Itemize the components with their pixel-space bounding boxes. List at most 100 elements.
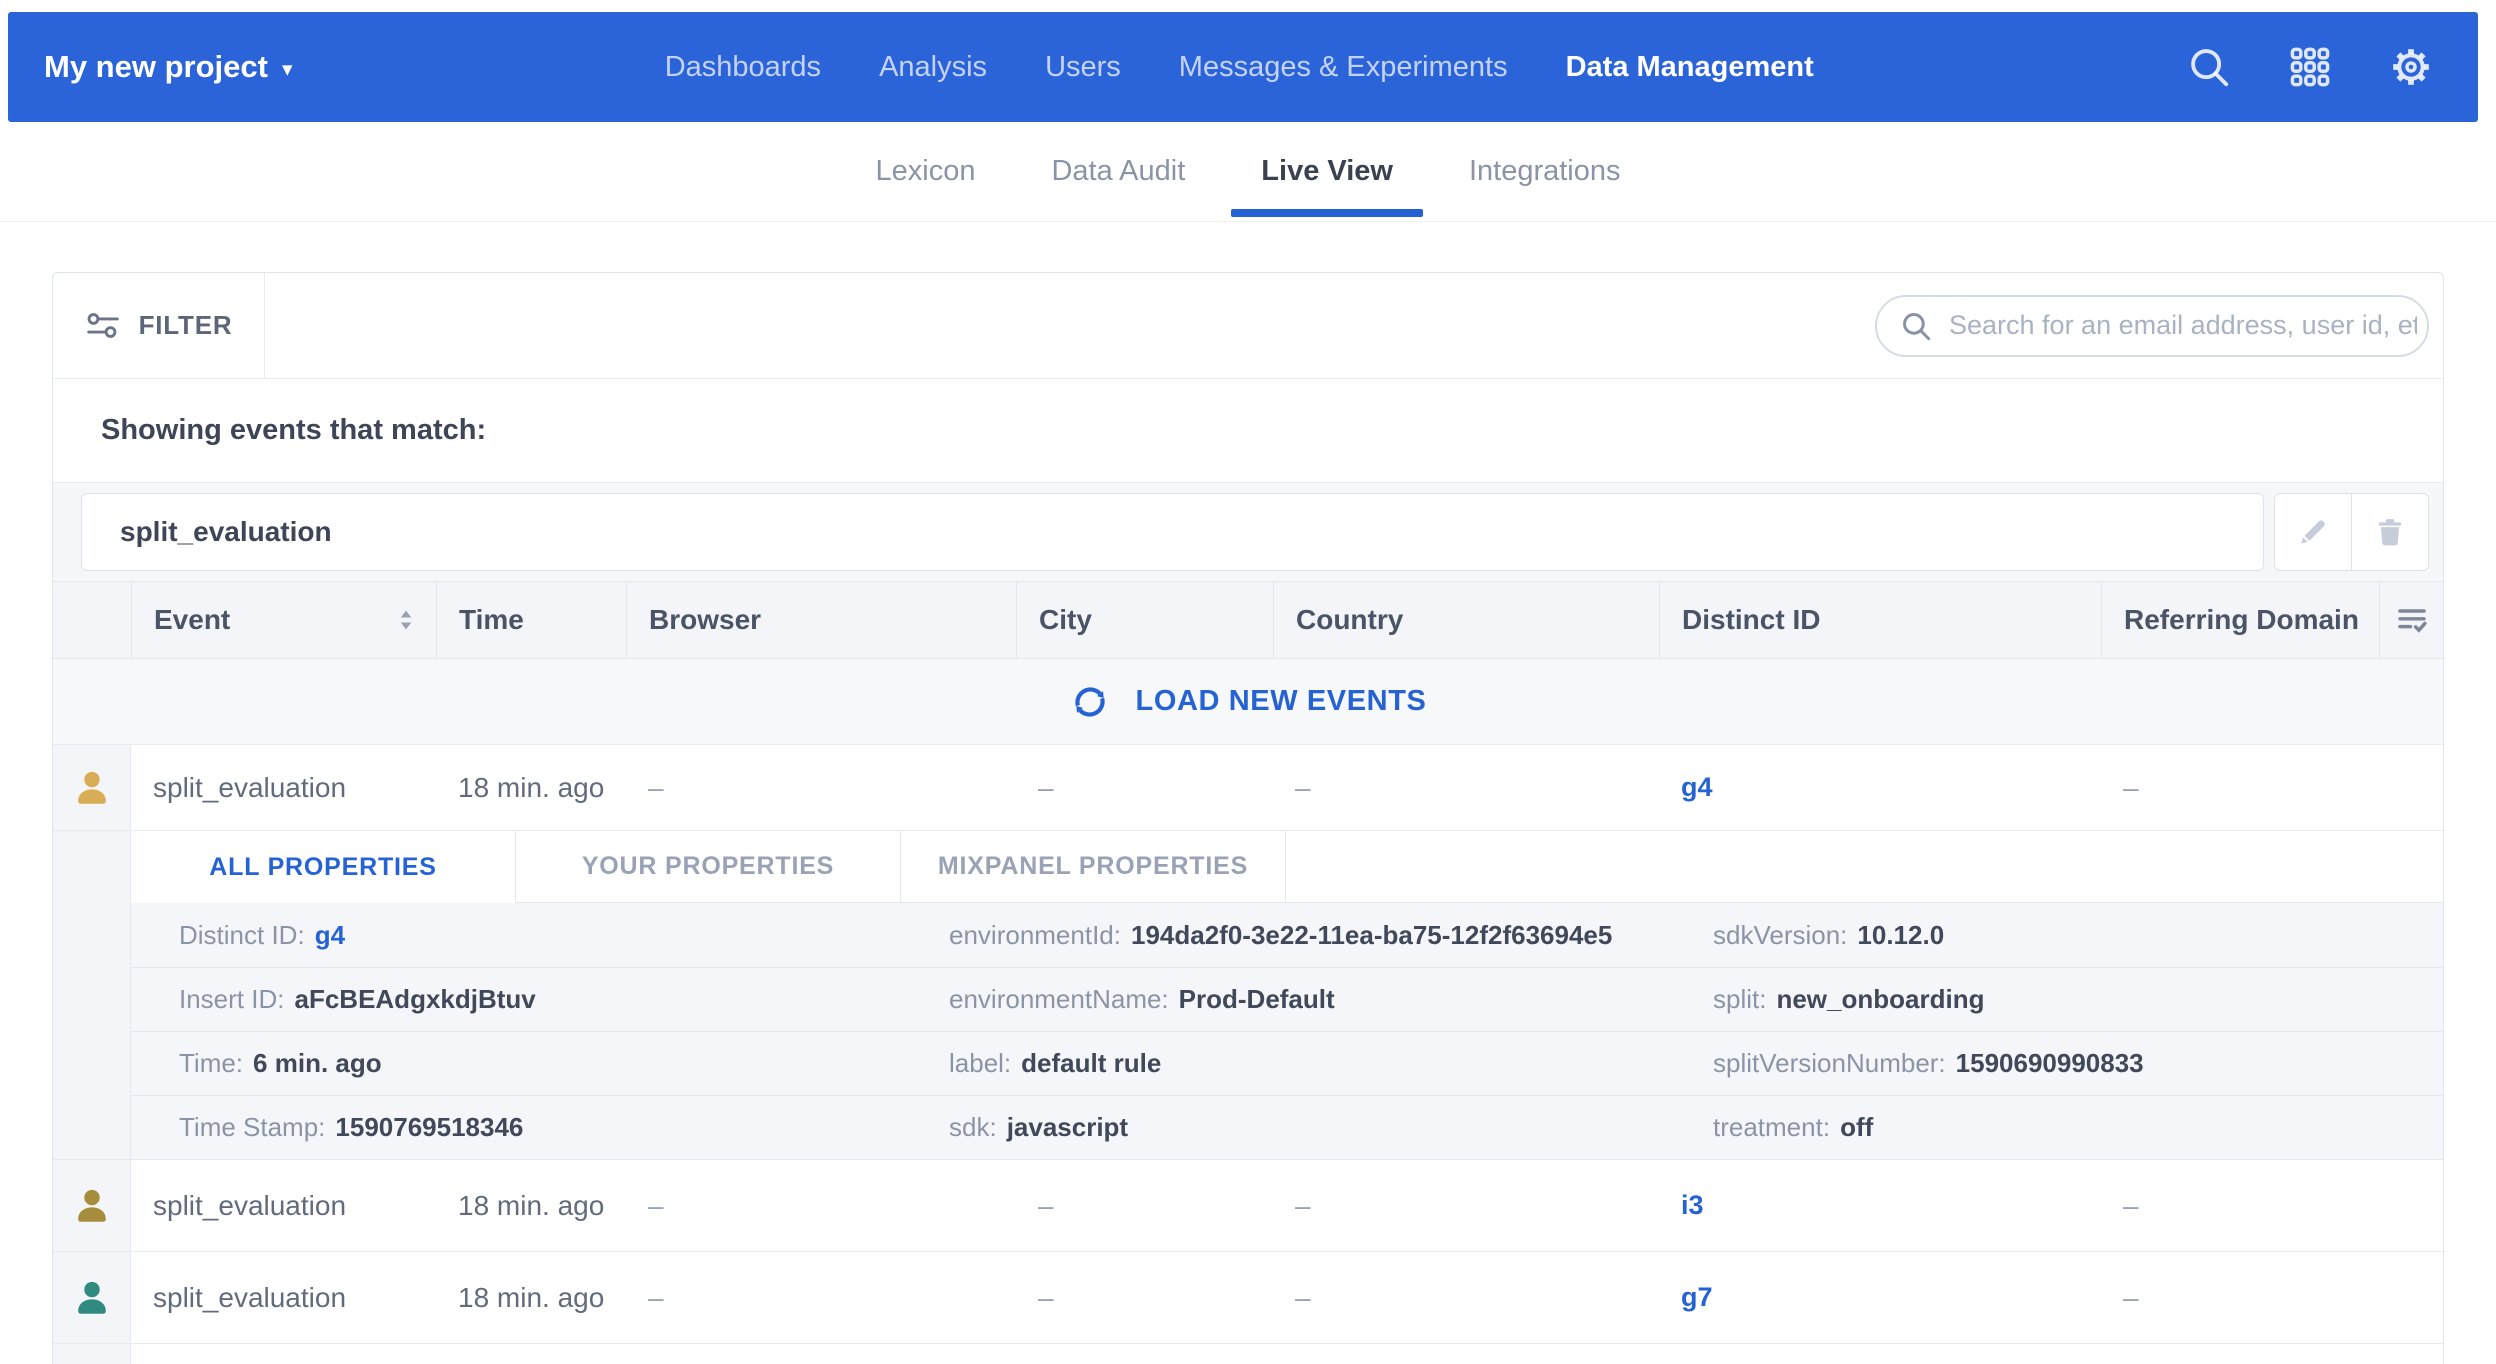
- property-value: new_onboarding: [1776, 984, 1984, 1015]
- property-value: 1590769518346: [335, 1112, 523, 1143]
- property-row: Insert ID:aFcBEAdgxkdjBtuv environmentNa…: [131, 967, 2443, 1031]
- table-header: Event Time Browser City Country Distinct…: [53, 581, 2443, 659]
- property-value: off: [1840, 1112, 1873, 1143]
- time-cell: 18 min. ago: [436, 1160, 626, 1251]
- top-nav: My new project ▾ Dashboards Analysis Use…: [8, 12, 2478, 122]
- property-row: Distinct ID: g4 environmentId: 194da2f0-3e…: [131, 903, 2443, 967]
- project-name: My new project: [44, 49, 268, 85]
- delete-filter-button[interactable]: [2351, 493, 2429, 571]
- event-filter-band: split_evaluation: [53, 483, 2443, 581]
- nav-search-icon[interactable]: [2186, 44, 2232, 90]
- live-view-card: FILTER Showing events that match: split_…: [52, 272, 2444, 1364]
- nav-item-messages-experiments[interactable]: Messages & Experiments: [1179, 51, 1508, 84]
- event-name-cell: split_evaluation: [131, 745, 436, 830]
- property-row: Time:6 min. ago label:default rule split…: [131, 1031, 2443, 1095]
- event-name-cell: split_evaluation: [131, 1160, 436, 1251]
- chevron-down-icon: ▾: [282, 53, 293, 81]
- distinct-id-link[interactable]: g7: [1681, 1282, 1713, 1313]
- filter-chip-actions: [2274, 493, 2429, 571]
- country-cell: –: [1273, 1160, 1659, 1251]
- property-label: Time Stamp:: [179, 1112, 325, 1143]
- tab-lexicon[interactable]: Lexicon: [876, 122, 976, 221]
- refresh-icon: [1070, 682, 1110, 722]
- referring-domain-cell: –: [2101, 745, 2379, 830]
- trash-icon: [2373, 515, 2407, 549]
- load-new-events-button[interactable]: LOAD NEW EVENTS: [53, 659, 2443, 745]
- property-value: 6 min. ago: [253, 1048, 382, 1079]
- distinct-id-link[interactable]: i3: [1681, 1190, 1704, 1221]
- browser-cell: –: [626, 1252, 1016, 1343]
- property-value: 1590690990833: [1956, 1048, 2144, 1079]
- city-cell: –: [1016, 1252, 1273, 1343]
- property-value: 10.12.0: [1857, 920, 1944, 951]
- property-row: Time Stamp:1590769518346 sdk:javascript …: [131, 1095, 2443, 1159]
- event-row-partial: [53, 1344, 2443, 1364]
- primary-nav: Dashboards Analysis Users Messages & Exp…: [292, 51, 2186, 84]
- time-cell: 18 min. ago: [436, 1252, 626, 1343]
- user-icon: [71, 767, 113, 809]
- tab-data-audit[interactable]: Data Audit: [1051, 122, 1185, 221]
- distinct-id-link[interactable]: g4: [1681, 772, 1713, 803]
- tab-your-properties[interactable]: YOUR PROPERTIES: [516, 831, 901, 903]
- nav-item-data-management[interactable]: Data Management: [1566, 51, 1814, 84]
- filter-button[interactable]: FILTER: [53, 273, 265, 378]
- event-filter-input[interactable]: split_evaluation: [81, 493, 2264, 571]
- property-label: Distinct ID:: [179, 920, 305, 951]
- tab-mixpanel-properties[interactable]: MIXPANEL PROPERTIES: [901, 831, 1286, 903]
- property-label: sdkVersion:: [1713, 920, 1847, 951]
- user-icon: [71, 1277, 113, 1319]
- property-label: split:: [1713, 984, 1766, 1015]
- property-label: label:: [949, 1048, 1011, 1079]
- pencil-icon: [2296, 515, 2330, 549]
- row-gutter: [53, 831, 131, 1159]
- property-label: treatment:: [1713, 1112, 1830, 1143]
- event-row[interactable]: split_evaluation 18 min. ago – – – g7 –: [53, 1252, 2443, 1344]
- events-match-heading: Showing events that match:: [53, 379, 2443, 483]
- tab-live-view[interactable]: Live View: [1261, 122, 1393, 221]
- browser-cell: –: [626, 745, 1016, 830]
- browser-cell: –: [626, 1160, 1016, 1251]
- tab-all-properties[interactable]: ALL PROPERTIES: [131, 831, 516, 903]
- property-value: 194da2f0-3e22-11ea-ba75-12f2f63694e5: [1131, 920, 1612, 951]
- filter-sliders-icon: [85, 310, 121, 341]
- property-value-distinct-id[interactable]: g4: [315, 920, 345, 951]
- properties-tabs: ALL PROPERTIES YOUR PROPERTIES MIXPANEL …: [131, 831, 2443, 903]
- project-switcher[interactable]: My new project ▾: [8, 49, 292, 85]
- nav-item-dashboards[interactable]: Dashboards: [665, 51, 821, 84]
- country-cell: –: [1273, 1252, 1659, 1343]
- search-input[interactable]: [1949, 310, 2417, 341]
- nav-item-analysis[interactable]: Analysis: [879, 51, 987, 84]
- column-header-time: Time: [436, 582, 626, 658]
- nav-item-users[interactable]: Users: [1045, 51, 1121, 84]
- time-cell: 18 min. ago: [436, 745, 626, 830]
- column-settings-button[interactable]: [2379, 582, 2443, 658]
- property-label: environmentName:: [949, 984, 1169, 1015]
- property-value: aFcBEAdgxkdjBtuv: [294, 984, 535, 1015]
- referring-domain-cell: –: [2101, 1160, 2379, 1251]
- city-cell: –: [1016, 745, 1273, 830]
- gear-icon[interactable]: [2388, 44, 2434, 90]
- active-tab-underline: [1231, 209, 1423, 217]
- search-input-icon: [1899, 309, 1933, 343]
- column-header-country: Country: [1273, 582, 1659, 658]
- sort-icon: [396, 606, 416, 634]
- referring-domain-cell: –: [2101, 1252, 2379, 1343]
- country-cell: –: [1273, 745, 1659, 830]
- event-name-cell: split_evaluation: [131, 1252, 436, 1343]
- column-settings-icon: [2394, 602, 2430, 638]
- search-input-wrapper: [1875, 295, 2429, 357]
- property-value: default rule: [1021, 1048, 1161, 1079]
- secondary-nav: Lexicon Data Audit Live View Integration…: [0, 122, 2496, 222]
- column-header-event[interactable]: Event: [131, 582, 436, 658]
- column-header-browser: Browser: [626, 582, 1016, 658]
- properties-panel: ALL PROPERTIES YOUR PROPERTIES MIXPANEL …: [53, 831, 2443, 1160]
- topnav-icons: [2186, 44, 2478, 90]
- apps-grid-icon[interactable]: [2288, 45, 2332, 89]
- event-row[interactable]: split_evaluation 18 min. ago – – – i3 –: [53, 1160, 2443, 1252]
- edit-filter-button[interactable]: [2274, 493, 2352, 571]
- column-header-distinct-id: Distinct ID: [1659, 582, 2101, 658]
- property-label: environmentId:: [949, 920, 1121, 951]
- header-icon-column: [53, 582, 131, 658]
- tab-integrations[interactable]: Integrations: [1469, 122, 1621, 221]
- event-row[interactable]: split_evaluation 18 min. ago – – – g4 –: [53, 745, 2443, 831]
